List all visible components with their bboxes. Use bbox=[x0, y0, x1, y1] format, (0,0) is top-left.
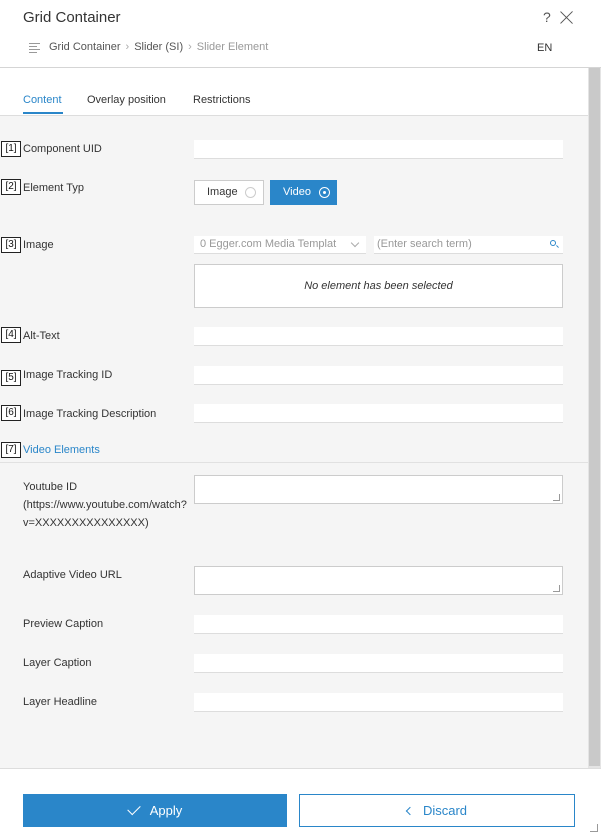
breadcrumb: Grid Container › Slider (SI) › Slider Elemen… bbox=[49, 41, 268, 53]
help-button[interactable]: ? bbox=[543, 9, 551, 25]
component-uid-input[interactable] bbox=[194, 140, 563, 159]
field-number-badge: [3] bbox=[1, 237, 21, 253]
image-label: Image bbox=[23, 239, 54, 251]
image-tracking-description-input[interactable] bbox=[194, 404, 563, 423]
alt-text-label: Alt-Text bbox=[23, 330, 60, 342]
breadcrumb-separator-icon: › bbox=[188, 41, 192, 53]
layer-caption-label: Layer Caption bbox=[23, 657, 92, 669]
layer-headline-label: Layer Headline bbox=[23, 696, 97, 708]
radio-selected-icon bbox=[319, 187, 330, 198]
chevron-left-icon bbox=[405, 806, 415, 815]
field-number-badge: [4] bbox=[1, 327, 21, 343]
preview-caption-input[interactable] bbox=[194, 615, 563, 634]
field-number-badge: [1] bbox=[1, 141, 21, 157]
tab-restrictions[interactable]: Restrictions bbox=[193, 94, 250, 106]
youtube-id-textarea[interactable] bbox=[194, 475, 563, 504]
discard-button[interactable]: Discard bbox=[299, 794, 575, 827]
youtube-id-label: Youtube ID (https://www.youtube.com/watc… bbox=[23, 481, 187, 529]
alt-text-input[interactable] bbox=[194, 327, 563, 346]
preview-caption-label: Preview Caption bbox=[23, 618, 104, 630]
element-type-video-radio[interactable]: Video bbox=[270, 180, 337, 205]
image-tracking-description-label: Image Tracking Description bbox=[23, 408, 157, 420]
discard-label: Discard bbox=[422, 803, 468, 818]
image-tracking-id-input[interactable] bbox=[194, 366, 563, 385]
field-number-badge: [5] bbox=[1, 370, 21, 386]
component-uid-label: Component UID bbox=[23, 143, 102, 155]
breadcrumb-item[interactable]: Slider (SI) bbox=[134, 41, 183, 53]
section-divider bbox=[0, 462, 588, 463]
check-icon bbox=[127, 801, 141, 816]
radio-label: Image bbox=[207, 186, 238, 198]
media-template-select[interactable]: 0 Egger.com Media Templat bbox=[194, 236, 366, 254]
radio-circle-icon bbox=[245, 187, 256, 198]
adaptive-video-url-textarea[interactable] bbox=[194, 566, 563, 595]
image-empty-state: No element has been selected bbox=[194, 264, 563, 308]
layer-headline-input[interactable] bbox=[194, 693, 563, 712]
resize-handle-icon[interactable] bbox=[590, 824, 598, 832]
tab-overlay-position[interactable]: Overlay position bbox=[87, 94, 166, 106]
field-number-badge: [7] bbox=[1, 442, 21, 458]
language-selector[interactable]: EN bbox=[537, 42, 552, 54]
apply-button[interactable]: Apply bbox=[23, 794, 287, 827]
breadcrumb-item[interactable]: Grid Container bbox=[49, 41, 121, 53]
dialog-title: Grid Container bbox=[23, 9, 121, 26]
image-search-input[interactable]: (Enter search term) bbox=[374, 236, 563, 254]
breadcrumb-separator-icon: › bbox=[125, 41, 130, 53]
tab-bar: Content Overlay position Restrictions bbox=[0, 68, 588, 116]
dialog-footer: Apply Discard bbox=[0, 768, 601, 836]
apply-label: Apply bbox=[149, 803, 183, 818]
adaptive-video-url-label: Adaptive Video URL bbox=[23, 569, 122, 581]
element-type-image-radio[interactable]: Image bbox=[194, 180, 264, 205]
dialog-header: Grid Container ? Grid Container › Slider (… bbox=[0, 0, 601, 68]
image-tracking-id-label: Image Tracking ID bbox=[23, 369, 113, 381]
element-type-label: Element Typ bbox=[23, 182, 84, 194]
field-number-badge: [2] bbox=[1, 179, 21, 195]
scrollbar-thumb[interactable] bbox=[589, 68, 600, 766]
menu-lines-icon bbox=[29, 43, 40, 53]
field-number-badge: [6] bbox=[1, 405, 21, 421]
radio-label: Video bbox=[283, 186, 311, 198]
breadcrumb-item-current: Slider Element bbox=[196, 41, 269, 53]
close-icon[interactable] bbox=[560, 11, 573, 24]
video-elements-section-header[interactable]: Video Elements bbox=[23, 444, 100, 456]
search-icon[interactable] bbox=[550, 240, 556, 246]
layer-caption-input[interactable] bbox=[194, 654, 563, 673]
scrollbar[interactable] bbox=[588, 68, 601, 768]
tab-content[interactable]: Content bbox=[23, 94, 62, 106]
active-tab-indicator bbox=[23, 112, 63, 114]
